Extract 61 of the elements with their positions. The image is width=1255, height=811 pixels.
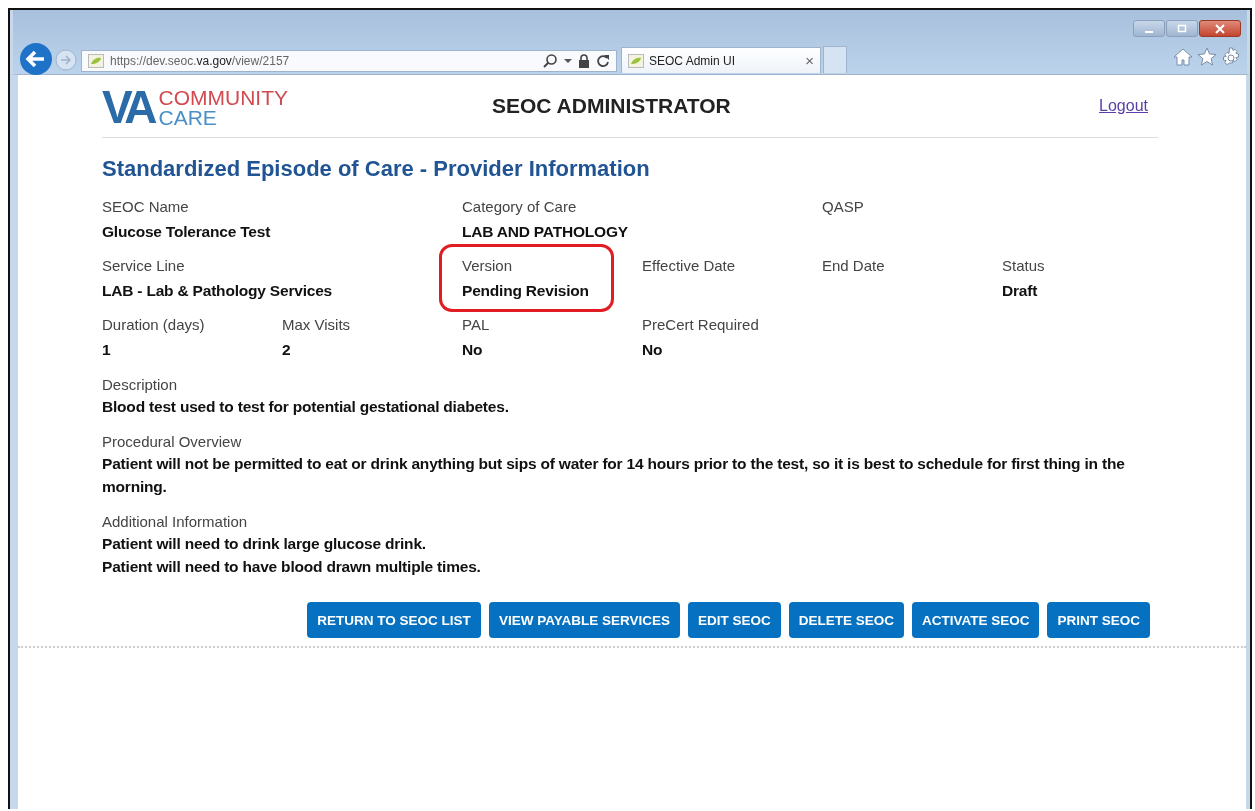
tab-title: SEOC Admin UI bbox=[649, 53, 737, 68]
page-title: Standardized Episode of Care - Provider Information bbox=[102, 156, 651, 182]
field-value: Draft bbox=[1002, 281, 1039, 301]
field-label: QASP bbox=[822, 197, 864, 217]
action-button[interactable]: DELETE SEOC bbox=[788, 602, 904, 638]
section-label: Description bbox=[102, 375, 179, 395]
field-value: LAB AND PATHOLOGY bbox=[462, 222, 628, 242]
settings-icon[interactable] bbox=[1221, 47, 1241, 67]
app-title: SEOC ADMINISTRATOR bbox=[492, 94, 732, 118]
action-button[interactable]: EDIT SEOC bbox=[687, 602, 781, 638]
field-label: Effective Date bbox=[642, 256, 736, 276]
field-value: No bbox=[642, 340, 664, 360]
dropdown-icon[interactable] bbox=[564, 58, 572, 64]
back-button[interactable] bbox=[19, 42, 53, 76]
field-label: Version bbox=[462, 256, 514, 276]
section-text: Patient will need to drink large glucose drink. bbox=[102, 534, 427, 554]
field-value: Glucose Tolerance Test bbox=[102, 222, 271, 242]
field-label: SEOC Name bbox=[102, 197, 190, 217]
section-text: Blood test used to test for potential gestational diabetes. bbox=[102, 397, 510, 417]
maximize-button[interactable] bbox=[1166, 20, 1198, 37]
minimize-icon bbox=[1145, 30, 1153, 33]
action-button[interactable]: RETURN TO SEOC LIST bbox=[307, 602, 481, 638]
favicon-icon bbox=[628, 53, 644, 68]
logout-link[interactable]: Logout bbox=[1099, 97, 1148, 115]
tab-close-button[interactable]: × bbox=[805, 52, 814, 69]
close-button[interactable] bbox=[1199, 20, 1241, 37]
action-button[interactable]: ACTIVATE SEOC bbox=[911, 602, 1040, 638]
section-text: Patient will not be permitted to eat or drink anything but sips of water for 14 hours prior to the test, so it is best to schedule for first thing in the morning. bbox=[102, 454, 1126, 497]
section-label: Procedural Overview bbox=[102, 432, 243, 452]
field-value: 1 bbox=[102, 340, 112, 360]
field-label: Category of Care bbox=[462, 197, 578, 217]
favicon-icon bbox=[88, 54, 104, 68]
logo-text: CARE bbox=[158, 108, 218, 128]
section-label: Additional Information bbox=[102, 512, 249, 532]
action-button[interactable]: PRINT SEOC bbox=[1047, 602, 1150, 638]
field-value: LAB - Lab & Pathology Services bbox=[102, 281, 332, 301]
field-label: End Date bbox=[822, 256, 885, 276]
address-bar[interactable]: https://dev.seoc.va.gov/view/2157 bbox=[81, 50, 617, 72]
url-text: https://dev.seoc.va.gov/view/2157 bbox=[110, 54, 291, 68]
section-text: Patient will need to have blood drawn multiple times. bbox=[102, 557, 482, 577]
field-label: PAL bbox=[462, 315, 490, 335]
action-button[interactable]: VIEW PAYABLE SERVICES bbox=[488, 602, 680, 638]
browser-tab[interactable]: SEOC Admin UI × bbox=[621, 47, 821, 73]
close-icon bbox=[1215, 23, 1225, 34]
field-value: No bbox=[462, 340, 484, 360]
field-label: Service Line bbox=[102, 256, 186, 276]
field-value: Pending Revision bbox=[462, 281, 589, 301]
lock-icon bbox=[578, 54, 590, 68]
minimize-button[interactable] bbox=[1133, 20, 1165, 37]
field-value: 2 bbox=[282, 340, 292, 360]
home-icon[interactable] bbox=[1173, 47, 1193, 67]
maximize-icon bbox=[1177, 23, 1187, 34]
field-label: Duration (days) bbox=[102, 315, 205, 335]
logo-text: COMMUNITY bbox=[158, 88, 288, 108]
logo-mark: VA bbox=[102, 86, 153, 128]
field-label: PreCert Required bbox=[642, 315, 759, 335]
refresh-icon[interactable] bbox=[596, 54, 610, 68]
field-label: Status bbox=[1002, 256, 1045, 276]
field-label: Max Visits bbox=[282, 315, 351, 335]
search-icon[interactable] bbox=[542, 53, 558, 69]
star-icon[interactable] bbox=[1197, 47, 1217, 67]
